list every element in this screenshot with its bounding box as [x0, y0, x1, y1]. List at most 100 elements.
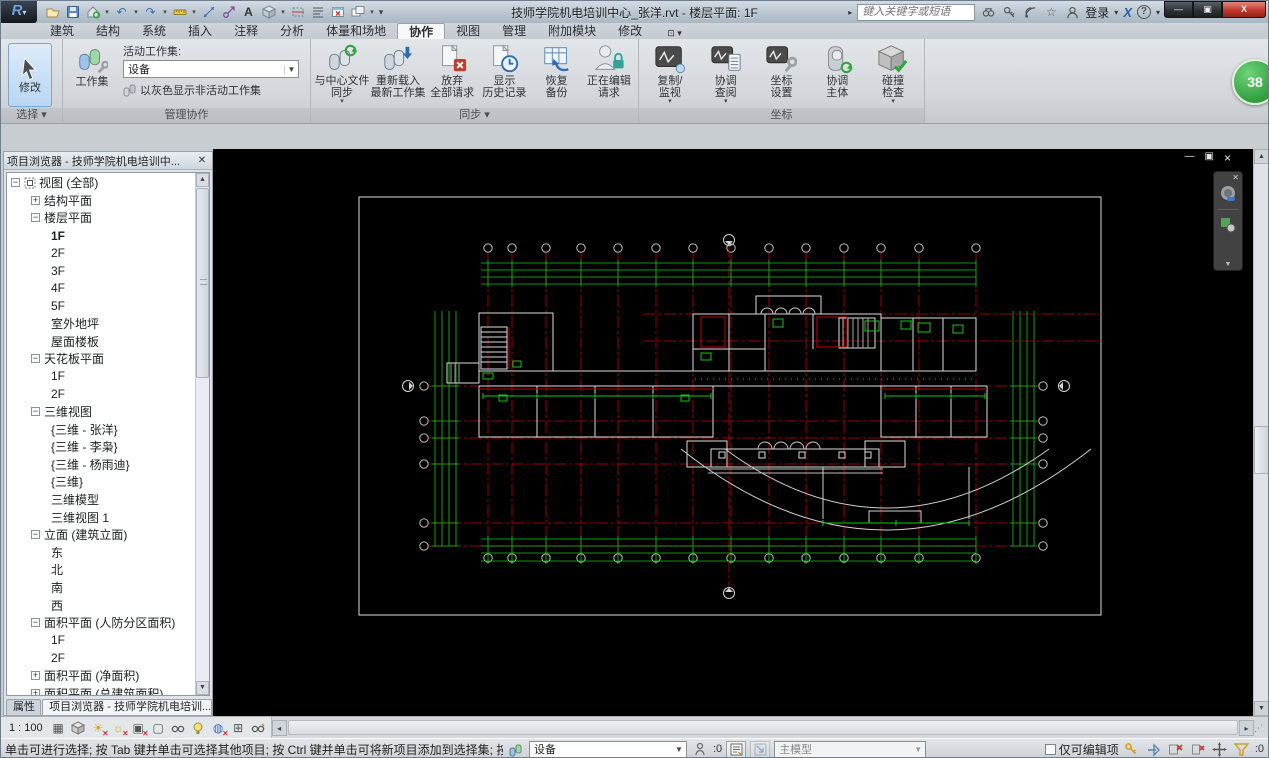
- browser-scroll-up-icon[interactable]: ▲: [196, 173, 209, 187]
- sync-reload-latest-button[interactable]: 重新载入 最新工作集: [371, 42, 426, 99]
- canvas-scroll-up-icon[interactable]: ▲: [1254, 149, 1268, 164]
- floor-plan-drawing[interactable]: [213, 149, 1253, 716]
- tab-视图[interactable]: 视图: [445, 23, 491, 39]
- tab-分析[interactable]: 分析: [269, 23, 315, 39]
- tree-item[interactable]: − 视图 (全部): [7, 174, 195, 192]
- collapse-icon[interactable]: −: [31, 354, 40, 364]
- measure-icon[interactable]: [170, 3, 189, 21]
- sync-sync-central-button[interactable]: 与中心文件 同步 ▾: [315, 42, 370, 105]
- coordinate-interference-check-button[interactable]: 碰撞 检查 ▾: [866, 42, 920, 105]
- save-icon[interactable]: [63, 3, 82, 21]
- navbar-close-icon[interactable]: ✕: [1232, 172, 1242, 182]
- browser-scroll-thumb[interactable]: [196, 188, 209, 378]
- search-input[interactable]: [857, 3, 976, 21]
- tree-item[interactable]: 3F: [7, 262, 195, 280]
- editable-only-checkbox-row[interactable]: 仅可编辑项: [1044, 741, 1119, 758]
- tree-item[interactable]: + 面积平面 (总建筑面积): [7, 684, 195, 695]
- tree-item[interactable]: 1F: [7, 368, 195, 386]
- filter-icon[interactable]: [1233, 741, 1251, 757]
- canvas-scroll-thumb[interactable]: [1254, 426, 1268, 474]
- measure-dropdown-caret[interactable]: ▾: [190, 8, 198, 16]
- tree-item[interactable]: {三维 - 杨雨迪}: [7, 456, 195, 474]
- tree-item[interactable]: 2F: [7, 649, 195, 667]
- expand-icon[interactable]: +: [31, 195, 40, 205]
- sync-with-central-icon[interactable]: [83, 3, 102, 21]
- undo-icon[interactable]: ↶: [112, 3, 131, 21]
- collapse-icon[interactable]: −: [31, 407, 40, 417]
- tree-item[interactable]: − 立面 (建筑立面): [7, 526, 195, 544]
- tab-插入[interactable]: 插入: [177, 23, 223, 39]
- project-browser-header[interactable]: 项目浏览器 - 技师学院机电培训中... ✕: [4, 152, 212, 170]
- drawing-canvas[interactable]: — ▣ × ✕ ▼: [213, 149, 1268, 716]
- keys-icon[interactable]: [1123, 741, 1141, 757]
- add-to-set-icon[interactable]: [750, 740, 771, 757]
- sun-path-icon[interactable]: ☀ ✕: [90, 720, 109, 738]
- open-icon[interactable]: [43, 3, 62, 21]
- exchange-apps-icon[interactable]: X: [1123, 5, 1132, 20]
- switch-windows-caret[interactable]: ▾: [368, 8, 376, 16]
- active-workset-select[interactable]: 设备 ▼: [123, 60, 299, 78]
- expand-icon[interactable]: +: [31, 688, 40, 695]
- expand-icon[interactable]: +: [31, 670, 40, 680]
- design-option-select[interactable]: 主模型 ▼: [774, 740, 927, 757]
- application-menu-button[interactable]: R▾: [1, 1, 37, 23]
- help-icon[interactable]: ?: [1136, 5, 1151, 19]
- default-3d-view-icon[interactable]: [259, 3, 278, 21]
- tree-item[interactable]: 1F: [7, 227, 195, 245]
- tab-系统[interactable]: 系统: [131, 23, 177, 39]
- hscroll-left-icon[interactable]: ◂: [271, 719, 287, 736]
- sync-history-button[interactable]: 显示 历史记录: [479, 42, 529, 99]
- close-inactive-windows-icon[interactable]: [328, 3, 347, 21]
- editable-only-checkbox[interactable]: [1044, 743, 1056, 755]
- steering-wheel-icon[interactable]: [1218, 184, 1238, 204]
- coordinate-copy-monitor-button[interactable]: 复制/监视 ▾: [643, 42, 697, 105]
- sync-restore-backup-button[interactable]: 恢复 备份: [532, 42, 582, 99]
- infocenter-collapse-icon[interactable]: ▸: [848, 8, 852, 17]
- tree-item[interactable]: 西: [7, 596, 195, 614]
- minimize-button[interactable]: —: [1164, 1, 1193, 18]
- detail-level-icon[interactable]: ▦: [50, 720, 67, 736]
- tree-item[interactable]: − 面积平面 (人防分区面积): [7, 614, 195, 632]
- coordinate-coordination-review-button[interactable]: 协调 查阅 ▾: [699, 42, 753, 105]
- restore-button[interactable]: ▣: [1193, 1, 1222, 18]
- tree-item[interactable]: 室外地坪: [7, 315, 195, 333]
- customize-qat-caret[interactable]: ▾: [377, 7, 385, 18]
- canvas-scrollbar[interactable]: ▲ ▼: [1253, 149, 1268, 716]
- collapse-icon[interactable]: −: [31, 530, 40, 540]
- show-crop-region-icon[interactable]: ▢: [150, 720, 167, 736]
- tree-item[interactable]: 2F: [7, 244, 195, 262]
- hscroll-track[interactable]: [287, 720, 1238, 735]
- resize-grip[interactable]: ⋰: [1254, 720, 1268, 736]
- coordinate-coordination-settings-button[interactable]: 坐标 设置: [755, 42, 809, 99]
- text-icon[interactable]: A: [239, 3, 258, 21]
- search-icon[interactable]: [980, 4, 996, 20]
- zoom-tool-icon[interactable]: [1218, 215, 1238, 235]
- tree-item[interactable]: 三维模型: [7, 491, 195, 509]
- close-button[interactable]: X: [1222, 1, 1266, 18]
- tree-item[interactable]: 1F: [7, 631, 195, 649]
- tree-item[interactable]: + 结构平面: [7, 192, 195, 210]
- select-underlay-icon[interactable]: [1167, 741, 1185, 757]
- drag-elements-icon[interactable]: [1211, 741, 1229, 757]
- tree-item[interactable]: + 面积平面 (净面积): [7, 667, 195, 685]
- tab-管理[interactable]: 管理: [491, 23, 537, 39]
- navbar-caret-icon[interactable]: ▼: [1225, 261, 1232, 270]
- tab-建筑[interactable]: 建筑: [39, 23, 85, 39]
- tab-附加模块[interactable]: 附加模块: [537, 23, 607, 39]
- tab-协作[interactable]: 协作: [397, 23, 446, 39]
- modify-button[interactable]: 修改: [8, 43, 52, 107]
- tree-item[interactable]: 三维视图 1: [7, 508, 195, 526]
- view-close-icon[interactable]: ×: [1224, 151, 1231, 165]
- tree-item[interactable]: {三维 - 张洋}: [7, 420, 195, 438]
- subscription-key-icon[interactable]: [1001, 4, 1017, 20]
- editing-requests-icon[interactable]: [691, 741, 709, 757]
- help-caret[interactable]: ▾: [1156, 8, 1160, 17]
- tab-结构[interactable]: 结构: [85, 23, 131, 39]
- select-elements-icon[interactable]: [1145, 741, 1163, 757]
- communication-center-icon[interactable]: [1022, 4, 1038, 20]
- select-panel-footer[interactable]: 选择 ▾: [1, 108, 62, 123]
- tree-item[interactable]: 北: [7, 561, 195, 579]
- sync-panel-footer[interactable]: 同步 ▾: [311, 108, 638, 123]
- crop-region-icon[interactable]: ⊞: [230, 720, 247, 736]
- browser-scroll-down-icon[interactable]: ▼: [196, 681, 209, 695]
